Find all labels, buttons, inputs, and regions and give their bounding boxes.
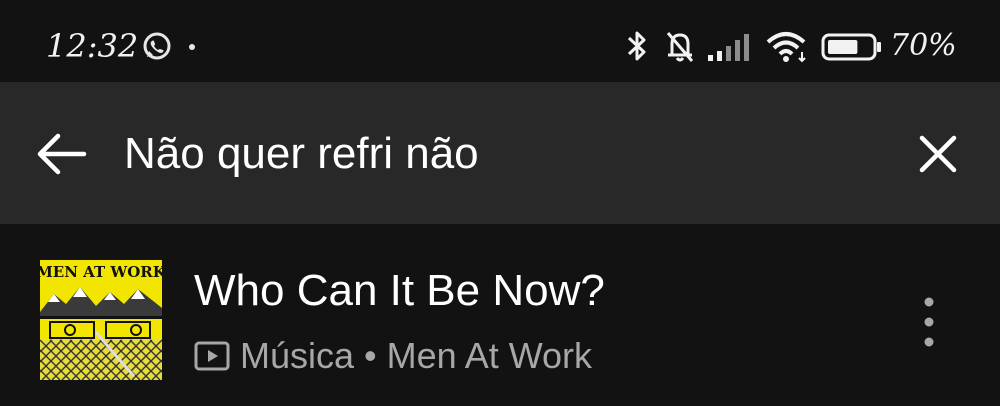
battery-percent: 70% xyxy=(890,28,957,63)
video-icon xyxy=(194,341,230,371)
close-icon[interactable] xyxy=(916,132,960,176)
bluetooth-icon xyxy=(627,31,646,61)
search-bar xyxy=(0,82,1000,224)
mute-icon xyxy=(666,32,694,62)
album-art[interactable]: MEN AT WORK xyxy=(40,260,162,380)
artist-name: Men At Work xyxy=(386,335,593,376)
result-type: Música xyxy=(240,335,355,376)
search-result-row[interactable]: MEN AT WORK Who Can It Be Now? Música • … xyxy=(0,224,1000,406)
album-art-text: MEN AT WORK xyxy=(40,263,162,281)
track-subtitle: Música • Men At Work xyxy=(194,334,592,378)
status-time: 12:32 xyxy=(46,27,139,65)
signal-icon xyxy=(708,34,749,61)
track-title: Who Can It Be Now? xyxy=(194,266,605,315)
whatsapp-icon xyxy=(143,32,171,60)
notification-dot xyxy=(189,44,195,50)
arrow-left-icon[interactable] xyxy=(34,130,90,178)
status-bar: 12:32 70% xyxy=(0,0,1000,82)
battery-icon xyxy=(821,33,881,61)
more-vertical-icon[interactable] xyxy=(912,294,946,350)
wifi-icon xyxy=(766,32,806,63)
separator-dot: • xyxy=(364,335,377,376)
search-input[interactable] xyxy=(124,126,884,182)
